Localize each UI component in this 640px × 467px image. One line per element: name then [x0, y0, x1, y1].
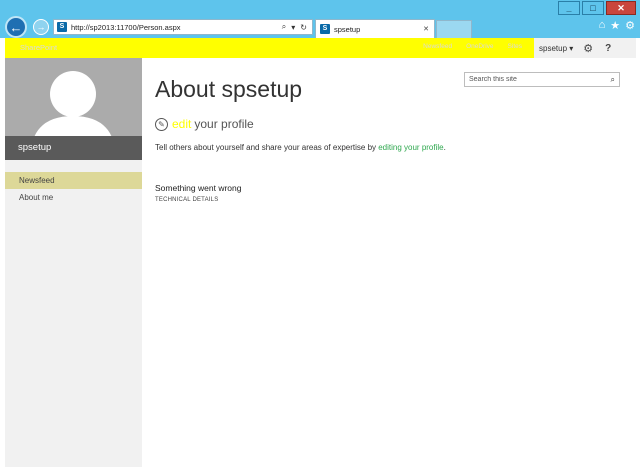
suite-bar: SharePoint Newsfeed OneDrive Sites: [5, 38, 534, 58]
user-menu[interactable]: spsetup ▾: [539, 44, 573, 53]
search-icon[interactable]: ⌕: [282, 22, 286, 32]
suite-links: Newsfeed OneDrive Sites: [423, 43, 522, 50]
minimize-button[interactable]: _: [558, 1, 580, 15]
search-input[interactable]: [465, 76, 611, 83]
close-window-button[interactable]: ✕: [606, 1, 636, 15]
edit-profile-line: ✎ edit your profile: [155, 117, 254, 131]
help-icon[interactable]: ?: [605, 43, 611, 54]
profile-name: spsetup: [18, 142, 52, 153]
suite-bar-user-area: spsetup ▾ ⚙ ?: [534, 38, 636, 58]
editing-profile-link[interactable]: editing your profile: [378, 143, 443, 152]
tools-gear-icon[interactable]: ⚙: [625, 19, 635, 32]
refresh-icon[interactable]: ↻: [300, 23, 307, 32]
nav-item-about-me[interactable]: About me: [5, 189, 142, 206]
sharepoint-favicon-icon: S: [57, 22, 67, 32]
left-panel: spsetup Newsfeed About me: [5, 58, 142, 467]
technical-details-link[interactable]: TECHNICAL DETAILS: [155, 197, 218, 203]
back-arrow-icon: ←: [9, 19, 23, 35]
browser-toolbar-icons: ⌂ ★ ⚙: [599, 19, 635, 32]
forward-button[interactable]: →: [33, 19, 49, 35]
tab-close-icon[interactable]: ✕: [423, 25, 429, 33]
home-icon[interactable]: ⌂: [599, 19, 606, 32]
suite-link-sites[interactable]: Sites: [508, 43, 522, 50]
search-icon[interactable]: ⌕: [611, 75, 615, 85]
new-tab-button[interactable]: [436, 20, 472, 38]
site-search-box[interactable]: ⌕: [464, 72, 620, 87]
edit-link[interactable]: edit: [172, 117, 191, 131]
error-message: Something went wrong: [155, 183, 242, 193]
nav-item-newsfeed[interactable]: Newsfeed: [5, 172, 142, 189]
sharepoint-favicon-icon: S: [320, 24, 330, 34]
address-bar[interactable]: S http://sp2013:11700/Person.aspx ⌕ ▾ ↻: [53, 19, 313, 35]
edit-pencil-icon[interactable]: ✎: [155, 117, 168, 131]
page-title: About spsetup: [155, 76, 303, 102]
sharepoint-brand[interactable]: SharePoint: [20, 43, 57, 52]
settings-gear-icon[interactable]: ⚙: [583, 42, 593, 55]
suite-link-onedrive[interactable]: OneDrive: [466, 43, 493, 50]
left-nav: Newsfeed About me: [5, 172, 142, 206]
browser-chrome: _ □ ✕ ← → S http://sp2013:11700/Person.a…: [0, 0, 640, 38]
browser-tab[interactable]: S spsetup ✕: [315, 19, 435, 38]
tab-title: spsetup: [334, 24, 361, 34]
window-controls: _ □ ✕: [558, 1, 636, 15]
suite-link-newsfeed[interactable]: Newsfeed: [423, 43, 452, 50]
favorites-star-icon[interactable]: ★: [610, 19, 620, 32]
back-button[interactable]: ←: [5, 16, 27, 38]
description-period: .: [443, 143, 446, 152]
dropdown-arrow-icon[interactable]: ▾: [291, 23, 295, 32]
forward-arrow-icon: →: [36, 22, 46, 32]
maximize-button[interactable]: □: [582, 1, 604, 15]
description-text: Tell others about yourself and share you…: [155, 143, 379, 152]
profile-description: Tell others about yourself and share you…: [155, 142, 455, 154]
profile-photo[interactable]: spsetup: [5, 58, 142, 160]
edit-profile-text: your profile: [194, 117, 254, 131]
address-url[interactable]: http://sp2013:11700/Person.aspx: [71, 23, 282, 32]
